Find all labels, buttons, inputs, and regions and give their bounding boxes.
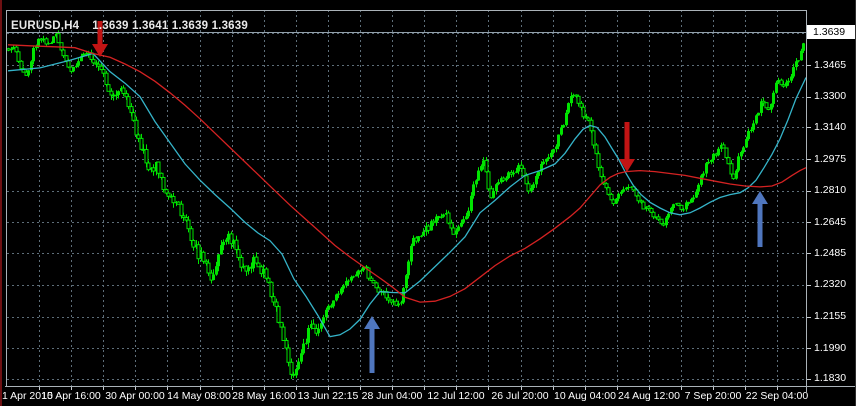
price-axis-label: 1.2320: [814, 279, 846, 290]
time-axis-label: 15 Apr 16:00: [41, 391, 101, 402]
price-axis-label: 1.2155: [814, 311, 846, 322]
time-axis-label: 30 Apr 00:00: [105, 391, 165, 402]
time-axis-label: 28 May 16:00: [232, 391, 296, 402]
price-axis-label: 1.2645: [814, 217, 846, 228]
time-axis-label: 14 May 08:00: [167, 391, 231, 402]
price-axis-label: 1.3465: [814, 60, 846, 71]
time-axis-label: 7 Sep 20:00: [685, 391, 742, 402]
buy-signal-arrow[interactable]: [752, 191, 768, 247]
time-axis-label: 10 Aug 04:00: [554, 391, 616, 402]
price-axis-label: 1.1830: [814, 373, 846, 384]
price-axis-label: 1.2810: [814, 185, 846, 196]
buy-signal-arrow[interactable]: [364, 316, 380, 373]
price-axis-label: 1.2975: [814, 154, 846, 165]
time-axis-label: 22 Sep 04:00: [746, 391, 808, 402]
price-axis-label: 1.2485: [814, 248, 846, 259]
ohlc-quote-label: 1.3639 1.3641 1.3639 1.3639: [92, 20, 248, 32]
current-price-tag: 1.3639: [807, 25, 856, 39]
time-axis-label: 12 Jul 12:00: [427, 391, 484, 402]
chart-title: EURUSD,H4 1.3639 1.3641 1.3639 1.3639: [11, 20, 248, 32]
time-axis-label: 28 Jun 04:00: [362, 391, 423, 402]
grid-layer: [7, 10, 806, 386]
mt4-chart-window: EURUSD,H4 1.3639 1.3641 1.3639 1.3639 1.3…: [0, 0, 856, 406]
time-axis-label: 26 Jul 20:00: [491, 391, 548, 402]
price-axis-label: 1.3300: [814, 91, 846, 102]
price-axis-label: 1.3140: [814, 122, 846, 133]
price-axis-label: 1.1990: [814, 343, 846, 354]
chart-canvas[interactable]: [0, 0, 856, 406]
candles-layer: [7, 30, 805, 379]
symbol-period-label: EURUSD,H4: [11, 20, 79, 32]
time-axis-label: 13 Jun 22:15: [298, 391, 359, 402]
time-axis-label: 24 Aug 12:00: [618, 391, 680, 402]
